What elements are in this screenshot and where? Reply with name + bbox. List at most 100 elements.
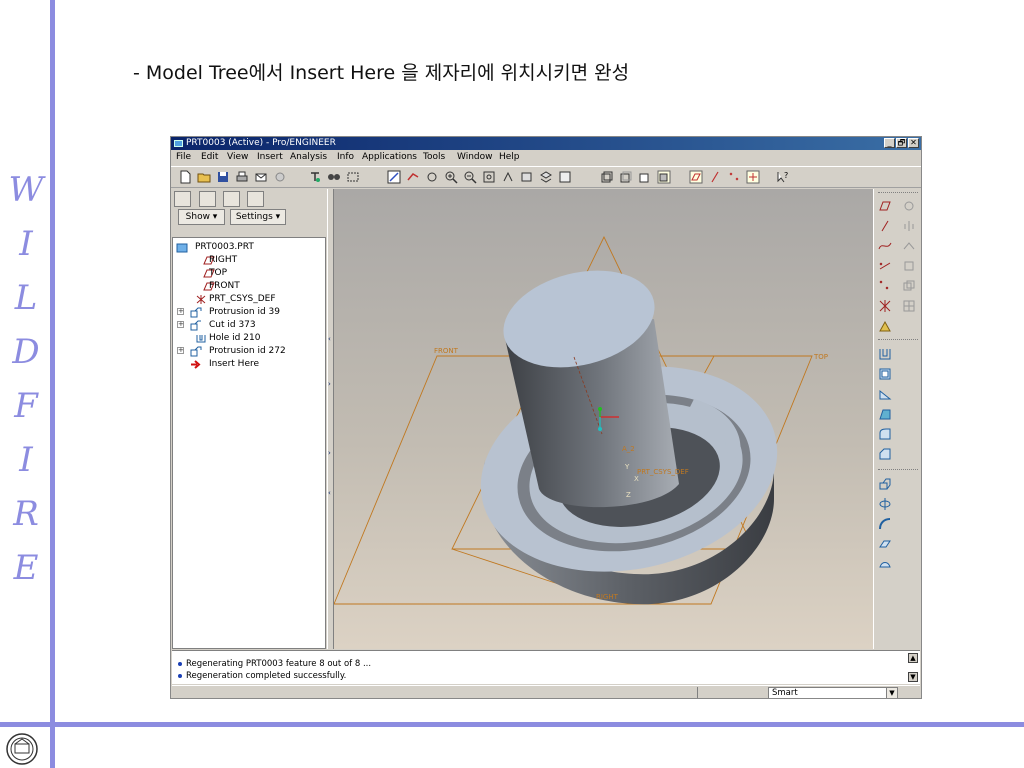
panel-splitter[interactable]: ‹ › › ‹	[327, 189, 334, 649]
datum-plane-tool-icon[interactable]	[878, 199, 892, 213]
menu-tools[interactable]: Tools	[423, 152, 445, 162]
zoom-in-icon[interactable]	[444, 170, 458, 184]
scroll-up-button[interactable]: ▲	[908, 653, 918, 663]
ruler-icon[interactable]	[902, 199, 916, 213]
menu-view[interactable]: View	[227, 152, 248, 162]
refit-icon[interactable]	[482, 170, 496, 184]
tab-model-tree[interactable]	[174, 191, 191, 207]
analysis-feature-icon[interactable]	[878, 319, 892, 333]
menu-window[interactable]: Window	[457, 152, 493, 162]
menu-file[interactable]: File	[176, 152, 191, 162]
datum-planes-toggle-icon[interactable]	[689, 170, 703, 184]
hole-tool-icon[interactable]	[878, 347, 892, 361]
trim-icon[interactable]	[902, 259, 916, 273]
reorient-icon[interactable]	[501, 170, 515, 184]
datum-curve-tool-icon[interactable]	[878, 239, 892, 253]
menu-analysis[interactable]: Analysis	[290, 152, 327, 162]
filter-dropdown-button[interactable]: ▼	[886, 687, 898, 698]
slide-vertical-line	[50, 0, 55, 768]
regenerate-icon[interactable]	[308, 170, 322, 184]
select-box-icon[interactable]	[346, 170, 360, 184]
expand-toggle[interactable]: +	[177, 321, 184, 328]
attach-icon[interactable]	[273, 170, 287, 184]
shading-icon[interactable]	[657, 170, 671, 184]
expand-toggle[interactable]: +	[177, 308, 184, 315]
tree-item-cut-373[interactable]: + Cut id 373	[173, 319, 325, 332]
tab-connections[interactable]	[247, 191, 264, 207]
sketch-icon[interactable]	[387, 170, 401, 184]
datum-axis-tool-icon[interactable]	[878, 219, 892, 233]
datum-points-toggle-icon[interactable]	[727, 170, 741, 184]
relations-icon[interactable]	[406, 170, 420, 184]
mirror-icon[interactable]	[902, 219, 916, 233]
tree-item-label: Hole id 210	[209, 333, 261, 343]
window-titlebar[interactable]: PRT0003 (Active) - Pro/ENGINEER _ 🗗 ✕	[171, 137, 921, 150]
new-file-icon[interactable]	[178, 170, 192, 184]
find-icon[interactable]	[327, 170, 341, 184]
email-icon[interactable]	[254, 170, 268, 184]
csys-tool-icon[interactable]	[878, 299, 892, 313]
merge-icon[interactable]	[902, 239, 916, 253]
save-icon[interactable]	[216, 170, 230, 184]
hidden-line-icon[interactable]	[619, 170, 633, 184]
layers-icon[interactable]	[539, 170, 553, 184]
family-table-icon[interactable]	[425, 170, 439, 184]
protrusion-icon	[190, 307, 202, 318]
x-label: X	[634, 475, 639, 483]
sketch-tool-icon[interactable]	[878, 259, 892, 273]
sweep-tool-icon[interactable]	[878, 517, 892, 531]
selection-filter[interactable]: Smart	[768, 687, 898, 698]
scroll-down-button[interactable]: ▼	[908, 672, 918, 682]
tree-item-protrusion-272[interactable]: + Protrusion id 272	[173, 345, 325, 358]
expand-toggle[interactable]: +	[177, 347, 184, 354]
view-manager-icon[interactable]	[558, 170, 572, 184]
open-folder-icon[interactable]	[197, 170, 211, 184]
grid-icon[interactable]	[902, 299, 916, 313]
tree-item-hole-210[interactable]: Hole id 210	[173, 332, 325, 345]
tree-item-csys[interactable]: PRT_CSYS_DEF	[173, 293, 325, 306]
wireframe-icon[interactable]	[600, 170, 614, 184]
tree-item-front[interactable]: FRONT	[173, 280, 325, 293]
graphics-window[interactable]: FRONT TOP RIGHT A_2 PRT_CSYS_DEF Y X Z	[334, 189, 873, 649]
settings-dropdown[interactable]: Settings ▾	[230, 209, 286, 225]
menu-info[interactable]: Info	[337, 152, 354, 162]
message-area: Regenerating PRT0003 feature 8 out of 8 …	[172, 650, 920, 684]
datum-point-tool-icon[interactable]	[878, 279, 892, 293]
tab-folder-browser[interactable]	[199, 191, 216, 207]
tree-item-part[interactable]: PRT0003.PRT	[173, 241, 325, 254]
round-tool-icon[interactable]	[878, 427, 892, 441]
style-tool-icon[interactable]	[878, 557, 892, 571]
cut-icon	[190, 320, 201, 331]
rib-tool-icon[interactable]	[878, 387, 892, 401]
no-hidden-icon[interactable]	[638, 170, 652, 184]
revolve-tool-icon[interactable]	[878, 497, 892, 511]
menu-insert[interactable]: Insert	[257, 152, 283, 162]
offset-icon[interactable]	[902, 279, 916, 293]
tree-item-label: Insert Here	[209, 359, 260, 369]
zoom-out-icon[interactable]	[463, 170, 477, 184]
menu-edit[interactable]: Edit	[201, 152, 218, 162]
tree-item-right[interactable]: RIGHT	[173, 254, 325, 267]
minimize-button[interactable]: _	[884, 138, 895, 148]
tab-favorites[interactable]	[223, 191, 240, 207]
menu-help[interactable]: Help	[499, 152, 520, 162]
tree-item-protrusion-39[interactable]: + Protrusion id 39	[173, 306, 325, 319]
datum-axes-toggle-icon[interactable]	[708, 170, 722, 184]
message-text: Regenerating PRT0003 feature 8 out of 8 …	[186, 659, 372, 669]
extrude-tool-icon[interactable]	[878, 477, 892, 491]
blend-tool-icon[interactable]	[878, 537, 892, 551]
tree-item-insert-here[interactable]: Insert Here	[173, 358, 325, 371]
chamfer-tool-icon[interactable]	[878, 447, 892, 461]
saved-views-icon[interactable]	[520, 170, 534, 184]
model-tree: PRT0003.PRT RIGHT TOP FRONT PRT_CSYS_DEF…	[172, 237, 326, 649]
print-icon[interactable]	[235, 170, 249, 184]
restore-button[interactable]: 🗗	[896, 138, 907, 148]
csys-toggle-icon[interactable]	[746, 170, 760, 184]
shell-tool-icon[interactable]	[878, 367, 892, 381]
show-dropdown[interactable]: Show ▾	[178, 209, 225, 225]
tree-item-top[interactable]: TOP	[173, 267, 325, 280]
context-help-icon[interactable]: ?	[776, 170, 790, 184]
draft-tool-icon[interactable]	[878, 407, 892, 421]
close-button[interactable]: ✕	[908, 138, 919, 148]
menu-applications[interactable]: Applications	[362, 152, 417, 162]
